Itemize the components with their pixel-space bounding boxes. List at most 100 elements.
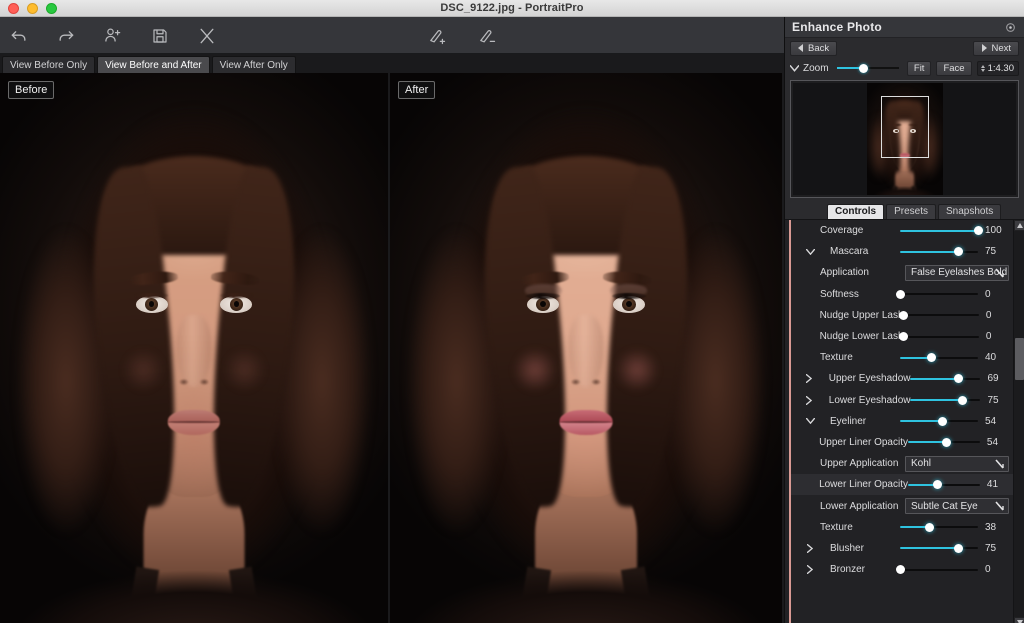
scrollbar-thumb[interactable]: [1015, 338, 1024, 380]
next-button[interactable]: Next: [973, 41, 1019, 56]
control-row[interactable]: Coverage100: [791, 220, 1013, 241]
control-slider[interactable]: [900, 223, 978, 239]
before-portrait-image: [0, 73, 388, 623]
close-window-button[interactable]: [8, 3, 19, 14]
control-row[interactable]: Blusher75: [791, 538, 1013, 559]
control-slider[interactable]: [910, 392, 980, 408]
zoom-label: Zoom: [803, 63, 829, 74]
control-row[interactable]: ApplicationFalse Eyelashes Bold: [791, 262, 1013, 283]
redo-icon: [56, 26, 76, 46]
control-row[interactable]: Texture38: [791, 517, 1013, 538]
scroll-up-button[interactable]: [1014, 220, 1024, 231]
scroll-down-button[interactable]: [1014, 617, 1024, 623]
slider-knob[interactable]: [942, 438, 951, 447]
after-label: After: [398, 81, 435, 99]
control-slider[interactable]: [900, 350, 978, 366]
control-slider[interactable]: [904, 329, 979, 345]
control-row[interactable]: Nudge Upper Lash0: [791, 305, 1013, 326]
slider-knob[interactable]: [954, 374, 963, 383]
control-slider[interactable]: [908, 477, 980, 493]
chevron-right-icon[interactable]: [804, 396, 815, 405]
control-row[interactable]: Nudge Lower Lash0: [791, 326, 1013, 347]
tab-view-before-and-after[interactable]: View Before and After: [97, 56, 210, 73]
zoom-disclosure[interactable]: Zoom: [790, 63, 829, 74]
redo-button[interactable]: [51, 22, 81, 50]
chevron-right-icon: [981, 44, 987, 52]
slider-knob[interactable]: [938, 417, 947, 426]
slider-knob[interactable]: [899, 332, 908, 341]
control-slider[interactable]: [910, 371, 980, 387]
control-slider[interactable]: [900, 286, 978, 302]
control-row[interactable]: Lower Liner Opacity41: [791, 474, 1013, 495]
slider-knob[interactable]: [958, 396, 967, 405]
control-row[interactable]: Bronzer0: [791, 559, 1013, 580]
brush-minus-button[interactable]: [472, 22, 502, 50]
slider-knob[interactable]: [896, 565, 905, 574]
close-image-button[interactable]: [192, 22, 222, 50]
controls-area: Coverage100Mascara75ApplicationFalse Eye…: [785, 219, 1024, 623]
control-row[interactable]: Mascara75: [791, 241, 1013, 262]
slider-knob[interactable]: [954, 247, 963, 256]
control-row[interactable]: Upper Liner Opacity54: [791, 432, 1013, 453]
control-label: Softness: [820, 289, 859, 300]
tab-presets[interactable]: Presets: [886, 204, 936, 219]
chevron-right-icon[interactable]: [804, 374, 815, 383]
slider-track: [904, 314, 979, 316]
control-value: 75: [985, 543, 1009, 554]
tab-snapshots[interactable]: Snapshots: [938, 204, 1001, 219]
control-row[interactable]: Lower ApplicationSubtle Cat Eye: [791, 495, 1013, 516]
control-row[interactable]: Eyeliner54: [791, 411, 1013, 432]
slider-knob[interactable]: [896, 290, 905, 299]
slider-fill: [900, 251, 959, 253]
control-slider[interactable]: [908, 434, 980, 450]
after-image-pane[interactable]: After: [390, 73, 782, 623]
control-slider[interactable]: [904, 307, 979, 323]
control-dropdown[interactable]: Subtle Cat Eye: [905, 498, 1009, 514]
brush-plus-button[interactable]: [422, 22, 452, 50]
zoom-ratio-stepper[interactable]: 1:4.30: [977, 61, 1019, 76]
slider-knob[interactable]: [899, 311, 908, 320]
control-slider[interactable]: [900, 519, 978, 535]
slider-knob[interactable]: [927, 353, 936, 362]
tab-view-after-only[interactable]: View After Only: [212, 56, 296, 73]
slider-knob[interactable]: [925, 523, 934, 532]
chevron-right-icon[interactable]: [804, 544, 816, 553]
control-dropdown[interactable]: Kohl: [905, 456, 1009, 472]
maximize-window-button[interactable]: [46, 3, 57, 14]
control-slider[interactable]: [900, 244, 978, 260]
control-value: 54: [987, 437, 1009, 448]
control-row[interactable]: Lower Eyeshadow75: [791, 390, 1013, 411]
slider-knob[interactable]: [974, 226, 983, 235]
undo-button[interactable]: [4, 22, 34, 50]
control-row[interactable]: Softness0: [791, 284, 1013, 305]
panel-close-icon[interactable]: [1004, 21, 1017, 34]
control-row[interactable]: Texture40: [791, 347, 1013, 368]
tab-controls[interactable]: Controls: [827, 204, 884, 219]
back-button[interactable]: Back: [790, 41, 837, 56]
control-slider[interactable]: [900, 540, 978, 556]
chevron-right-icon[interactable]: [804, 565, 816, 574]
zoom-slider-knob[interactable]: [859, 64, 868, 73]
save-button[interactable]: [145, 22, 175, 50]
control-slider[interactable]: [900, 562, 978, 578]
add-face-button[interactable]: [98, 22, 128, 50]
zoom-fit-button[interactable]: Fit: [907, 61, 932, 76]
stepper-arrows-icon[interactable]: [981, 65, 985, 72]
zoom-face-button[interactable]: Face: [936, 61, 971, 76]
control-dropdown[interactable]: False Eyelashes Bold: [905, 265, 1009, 281]
control-row[interactable]: Upper ApplicationKohl: [791, 453, 1013, 474]
before-image-pane[interactable]: Before: [0, 73, 390, 623]
chevron-down-icon[interactable]: [804, 418, 816, 424]
dropdown-arrow-icon: [995, 501, 1005, 514]
control-row[interactable]: Upper Eyeshadow69: [791, 368, 1013, 389]
control-slider[interactable]: [900, 413, 978, 429]
minimize-window-button[interactable]: [27, 3, 38, 14]
chevron-down-icon[interactable]: [804, 249, 816, 255]
slider-knob[interactable]: [933, 480, 942, 489]
navigator-preview[interactable]: [790, 80, 1019, 198]
caret-up-icon: [1017, 223, 1023, 228]
controls-scrollbar[interactable]: [1013, 220, 1024, 623]
zoom-slider[interactable]: [837, 61, 899, 75]
tab-view-before-only[interactable]: View Before Only: [2, 56, 95, 73]
slider-knob[interactable]: [954, 544, 963, 553]
